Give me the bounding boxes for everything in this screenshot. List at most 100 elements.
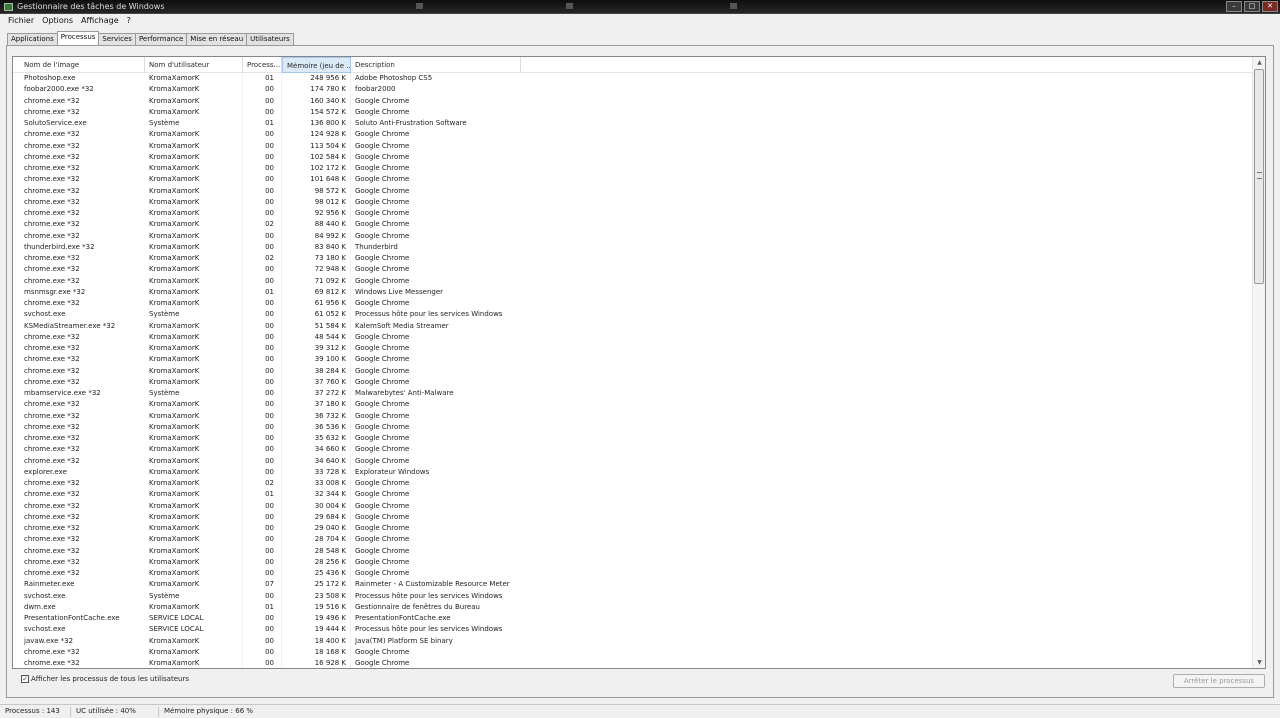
table-row[interactable]: chrome.exe *32 KromaXamorK 00 39 312 K Googl… bbox=[13, 343, 1253, 354]
table-row[interactable]: chrome.exe *32 KromaXamorK 02 73 180 K Googl… bbox=[13, 253, 1253, 264]
scroll-down-arrow-icon[interactable]: ▼ bbox=[1255, 658, 1264, 667]
minimize-button[interactable]: – bbox=[1226, 1, 1242, 12]
column-header-memory[interactable]: Mémoire (jeu de ... bbox=[282, 57, 351, 73]
table-row[interactable]: chrome.exe *32 KromaXamorK 00 28 548 K Googl… bbox=[13, 546, 1253, 557]
taskbar-item[interactable] bbox=[566, 3, 577, 10]
table-row[interactable]: dwm.exe KromaXamorK 01 19 516 K Gestionnaire… bbox=[13, 602, 1253, 613]
check-icon[interactable]: ✓ bbox=[21, 675, 29, 683]
table-row[interactable]: svchost.exe SERVICE LOCAL 00 19 444 K Proces… bbox=[13, 624, 1253, 635]
table-row[interactable]: chrome.exe *32 KromaXamorK 00 154 572 K Goog… bbox=[13, 107, 1253, 118]
tab-mise-en-reseau[interactable]: Mise en réseau bbox=[186, 33, 248, 45]
end-process-button[interactable]: Arrêter le processus bbox=[1173, 674, 1265, 688]
table-row[interactable]: chrome.exe *32 KromaXamorK 00 18 168 K Googl… bbox=[13, 647, 1253, 658]
close-button[interactable]: ✕ bbox=[1262, 1, 1278, 12]
table-row[interactable]: chrome.exe *32 KromaXamorK 00 98 572 K Googl… bbox=[13, 186, 1253, 197]
table-row[interactable]: chrome.exe *32 KromaXamorK 02 33 008 K Googl… bbox=[13, 478, 1253, 489]
table-row[interactable]: chrome.exe *32 KromaXamorK 00 71 092 K Googl… bbox=[13, 276, 1253, 287]
process-description: Google Chrome bbox=[355, 186, 410, 195]
table-row[interactable]: KSMediaStreamer.exe *32 KromaXamorK 00 51 5… bbox=[13, 321, 1253, 332]
menu-options[interactable]: Options bbox=[38, 15, 77, 28]
taskbar-item[interactable] bbox=[416, 3, 427, 10]
table-row[interactable]: chrome.exe *32 KromaXamorK 00 37 180 K Googl… bbox=[13, 399, 1253, 410]
table-row[interactable]: Photoshop.exe KromaXamorK 01 248 956 K Adobe… bbox=[13, 73, 1253, 84]
table-row[interactable]: chrome.exe *32 KromaXamorK 00 38 284 K Googl… bbox=[13, 366, 1253, 377]
tab-applications[interactable]: Applications bbox=[7, 33, 58, 45]
table-row[interactable]: svchost.exe Système 00 23 508 K Processus hô… bbox=[13, 591, 1253, 602]
process-name: chrome.exe *32 bbox=[24, 299, 80, 307]
table-row[interactable]: chrome.exe *32 KromaXamorK 00 16 928 K Googl… bbox=[13, 658, 1253, 668]
tab-performance[interactable]: Performance bbox=[134, 33, 188, 45]
table-row[interactable]: chrome.exe *32 KromaXamorK 02 88 440 K Googl… bbox=[13, 219, 1253, 230]
vertical-scrollbar[interactable]: ▲ ▼ bbox=[1252, 57, 1265, 668]
process-user: KromaXamorK bbox=[149, 602, 200, 611]
table-row[interactable]: chrome.exe *32 KromaXamorK 00 48 544 K Googl… bbox=[13, 332, 1253, 343]
table-row[interactable]: chrome.exe *32 KromaXamorK 00 98 012 K Googl… bbox=[13, 197, 1253, 208]
table-row[interactable]: chrome.exe *32 KromaXamorK 00 124 928 K Goog… bbox=[13, 129, 1253, 140]
table-row[interactable]: chrome.exe *32 KromaXamorK 00 36 536 K Googl… bbox=[13, 422, 1253, 433]
scroll-thumb[interactable] bbox=[1254, 69, 1264, 284]
table-row[interactable]: PresentationFontCache.exe SERVICE LOCAL 00… bbox=[13, 613, 1253, 624]
process-name: chrome.exe *32 bbox=[24, 647, 80, 656]
column-header-user[interactable]: Nom d'utilisateur bbox=[145, 57, 243, 73]
table-row[interactable]: chrome.exe *32 KromaXamorK 00 84 992 K Googl… bbox=[13, 231, 1253, 242]
table-row[interactable]: Rainmeter.exe KromaXamorK 07 25 172 K Rainme… bbox=[13, 579, 1253, 590]
table-row[interactable]: chrome.exe *32 KromaXamorK 00 34 640 K Googl… bbox=[13, 456, 1253, 467]
table-row[interactable]: chrome.exe *32 KromaXamorK 00 36 732 K Googl… bbox=[13, 411, 1253, 422]
process-user: KromaXamorK bbox=[149, 501, 200, 510]
maximize-icon: □ bbox=[1248, 2, 1256, 10]
table-row[interactable]: chrome.exe *32 KromaXamorK 00 92 956 K Googl… bbox=[13, 208, 1253, 219]
tab-utilisateurs[interactable]: Utilisateurs bbox=[246, 33, 294, 45]
table-row[interactable]: chrome.exe *32 KromaXamorK 00 39 100 K Googl… bbox=[13, 354, 1253, 365]
process-description: Google Chrome bbox=[355, 434, 410, 442]
process-memory: 72 948 K bbox=[314, 265, 346, 274]
process-cpu: 00 bbox=[265, 546, 274, 555]
table-row[interactable]: chrome.exe *32 KromaXamorK 00 28 256 K Googl… bbox=[13, 557, 1253, 568]
tab-processus[interactable]: Processus bbox=[56, 31, 100, 45]
table-row[interactable]: foobar2000.exe *32 KromaXamorK 00 174 780 K… bbox=[13, 84, 1253, 95]
table-row[interactable]: javaw.exe *32 KromaXamorK 00 18 400 K Java(T… bbox=[13, 636, 1253, 647]
table-row[interactable]: chrome.exe *32 KromaXamorK 00 61 956 K Googl… bbox=[13, 298, 1253, 309]
table-row[interactable]: chrome.exe *32 KromaXamorK 00 101 648 K Goog… bbox=[13, 174, 1253, 185]
table-row[interactable]: chrome.exe *32 KromaXamorK 00 34 660 K Googl… bbox=[13, 444, 1253, 455]
process-name: explorer.exe bbox=[24, 467, 67, 476]
table-row[interactable]: chrome.exe *32 KromaXamorK 00 113 504 K Goog… bbox=[13, 141, 1253, 152]
table-row[interactable]: chrome.exe *32 KromaXamorK 00 29 684 K Googl… bbox=[13, 512, 1253, 523]
table-row[interactable]: chrome.exe *32 KromaXamorK 00 29 040 K Googl… bbox=[13, 523, 1253, 534]
table-row[interactable]: chrome.exe *32 KromaXamorK 00 25 436 K Googl… bbox=[13, 568, 1253, 579]
process-cpu: 00 bbox=[265, 130, 274, 139]
column-header-cpu[interactable]: Process... bbox=[243, 57, 282, 73]
process-description: Google Chrome bbox=[355, 152, 410, 161]
scroll-up-arrow-icon[interactable]: ▲ bbox=[1255, 58, 1264, 67]
process-description: Rainmeter - A Customizable Resource Mete… bbox=[355, 580, 510, 589]
show-all-users-checkbox[interactable]: ✓ Afficher les processus de tous les uti… bbox=[21, 674, 189, 684]
table-row[interactable]: explorer.exe KromaXamorK 00 33 728 K Explora… bbox=[13, 467, 1253, 478]
show-all-users-label: Afficher les processus de tous les utili… bbox=[31, 675, 189, 683]
process-cpu: 00 bbox=[265, 557, 274, 566]
table-row[interactable]: mbamservice.exe *32 Système 00 37 272 K Malw… bbox=[13, 388, 1253, 399]
table-row[interactable]: chrome.exe *32 KromaXamorK 00 160 340 K Goog… bbox=[13, 96, 1253, 107]
table-row[interactable]: thunderbird.exe *32 KromaXamorK 00 83 840 K… bbox=[13, 242, 1253, 253]
process-description: foobar2000 bbox=[355, 85, 396, 94]
table-row[interactable]: chrome.exe *32 KromaXamorK 00 72 948 K Googl… bbox=[13, 264, 1253, 275]
table-row[interactable]: msnmsgr.exe *32 KromaXamorK 01 69 812 K Wind… bbox=[13, 287, 1253, 298]
table-row[interactable]: chrome.exe *32 KromaXamorK 00 102 584 K Goog… bbox=[13, 152, 1253, 163]
process-rows: Photoshop.exe KromaXamorK 01 248 956 K Adobe… bbox=[13, 73, 1253, 668]
table-row[interactable]: svchost.exe Système 00 61 052 K Processus hô… bbox=[13, 309, 1253, 320]
table-row[interactable]: SolutoService.exe Système 01 136 800 K Solut… bbox=[13, 118, 1253, 129]
table-row[interactable]: chrome.exe *32 KromaXamorK 00 28 704 K Googl… bbox=[13, 534, 1253, 545]
taskbar-item[interactable] bbox=[730, 3, 741, 10]
process-cpu: 00 bbox=[265, 647, 274, 656]
maximize-button[interactable]: □ bbox=[1244, 1, 1260, 12]
tab-services[interactable]: Services bbox=[98, 33, 136, 45]
table-row[interactable]: chrome.exe *32 KromaXamorK 00 30 004 K Googl… bbox=[13, 501, 1253, 512]
menu-help[interactable]: ? bbox=[123, 15, 135, 28]
menu-fichier[interactable]: Fichier bbox=[0, 15, 38, 28]
column-header-description[interactable]: Description bbox=[351, 57, 521, 73]
table-row[interactable]: chrome.exe *32 KromaXamorK 00 102 172 K Goog… bbox=[13, 163, 1253, 174]
column-header-name[interactable]: Nom de l'image bbox=[20, 57, 145, 73]
table-row[interactable]: chrome.exe *32 KromaXamorK 00 37 760 K Googl… bbox=[13, 377, 1253, 388]
process-description: Google Chrome bbox=[355, 456, 410, 465]
table-row[interactable]: chrome.exe *32 KromaXamorK 00 35 632 K Googl… bbox=[13, 433, 1253, 444]
table-row[interactable]: chrome.exe *32 KromaXamorK 01 32 344 K Googl… bbox=[13, 489, 1253, 500]
menu-affichage[interactable]: Affichage bbox=[77, 15, 123, 28]
